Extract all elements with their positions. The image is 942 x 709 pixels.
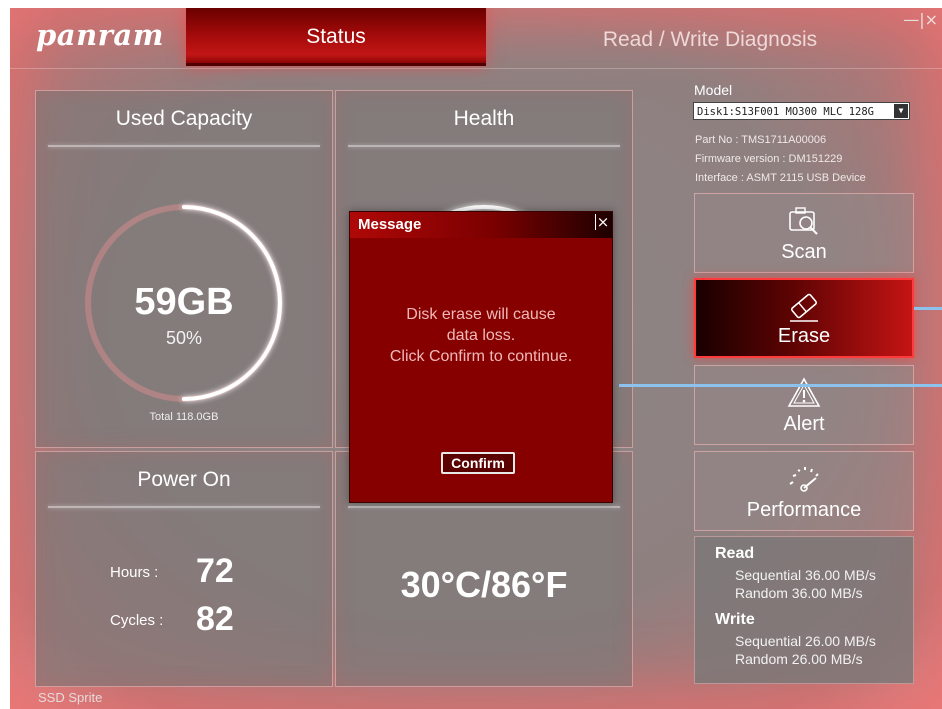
panel-divider bbox=[48, 145, 320, 147]
firmware-version: Firmware version : DM151229 bbox=[695, 153, 843, 165]
dialog-title: Message bbox=[350, 212, 612, 238]
write-title: Write bbox=[715, 611, 755, 628]
panram-logo: panram bbox=[36, 18, 164, 52]
hours-label: Hours : bbox=[110, 564, 159, 581]
highlight-line bbox=[619, 384, 942, 387]
used-capacity-title: Used Capacity bbox=[115, 107, 253, 130]
read-random: Random 36.00 MB/s bbox=[735, 585, 863, 601]
part-number: Part No : TMS1711A00006 bbox=[695, 134, 827, 146]
close-icon[interactable]: × bbox=[595, 214, 610, 230]
alert-button[interactable]: Alert bbox=[694, 365, 914, 445]
used-capacity-panel: Used Capacity 59GB 50% Total 118.0GB bbox=[35, 90, 333, 448]
speedometer-icon bbox=[789, 467, 819, 492]
erase-label: Erase bbox=[777, 325, 831, 347]
performance-button[interactable]: Performance bbox=[694, 451, 914, 531]
write-random: Random 26.00 MB/s bbox=[735, 651, 863, 667]
eraser-icon bbox=[790, 293, 818, 322]
tab-read-write-diagnosis[interactable]: Read / Write Diagnosis bbox=[530, 22, 890, 58]
dialog-message-line: Disk erase will cause bbox=[406, 306, 556, 323]
alert-label: Alert bbox=[783, 413, 825, 435]
window-controls[interactable]: —|× bbox=[903, 10, 938, 29]
cycles-value: 82 bbox=[196, 600, 234, 638]
model-label: Model bbox=[694, 82, 733, 98]
scan-label: Scan bbox=[781, 241, 827, 263]
tab-status[interactable]: Status bbox=[186, 8, 486, 66]
interface-info: Interface : ASMT 2115 USB Device bbox=[695, 172, 866, 184]
camera-magnifier-icon bbox=[789, 207, 818, 235]
model-select-value: Disk1:S13F001 MO300 MLC 128G bbox=[697, 106, 875, 118]
chevron-down-icon[interactable]: ▼ bbox=[894, 104, 908, 118]
temperature-value: 30°C/86°F bbox=[400, 564, 568, 605]
app-footer: SSD Sprite bbox=[38, 690, 103, 705]
read-title: Read bbox=[715, 545, 755, 562]
used-capacity-value: 59GB bbox=[134, 281, 234, 323]
power-on-panel: Power On Hours : 72 Cycles : 82 bbox=[35, 451, 333, 687]
confirm-button[interactable]: Confirm bbox=[441, 452, 515, 474]
panel-divider bbox=[348, 506, 620, 508]
hours-value: 72 bbox=[196, 552, 234, 590]
warning-icon bbox=[787, 377, 821, 407]
cycles-label: Cycles : bbox=[110, 612, 164, 629]
dialog-message-line: data loss. bbox=[446, 327, 516, 344]
health-title: Health bbox=[453, 107, 515, 130]
write-sequential: Sequential 26.00 MB/s bbox=[735, 633, 876, 649]
performance-label: Performance bbox=[746, 499, 862, 521]
highlight-line bbox=[914, 307, 942, 310]
dialog-message-line: Click Confirm to continue. bbox=[389, 348, 573, 365]
tabs-divider bbox=[10, 68, 942, 69]
dialog-message: Disk erase will cause data loss. Click C… bbox=[350, 304, 612, 367]
used-capacity-percent: 50% bbox=[165, 328, 203, 348]
panel-divider bbox=[48, 506, 320, 508]
panel-divider bbox=[348, 145, 620, 147]
power-on-title: Power On bbox=[137, 468, 231, 491]
message-dialog: Message × Disk erase will cause data los… bbox=[349, 211, 613, 503]
read-sequential: Sequential 36.00 MB/s bbox=[735, 567, 876, 583]
erase-button[interactable]: Erase bbox=[694, 278, 914, 358]
scan-button[interactable]: Scan bbox=[694, 193, 914, 273]
model-select[interactable]: Disk1:S13F001 MO300 MLC 128G ▼ bbox=[693, 102, 910, 120]
total-capacity: Total 118.0GB bbox=[149, 411, 219, 423]
speed-readout-panel: Read Sequential 36.00 MB/s Random 36.00 … bbox=[694, 536, 914, 684]
